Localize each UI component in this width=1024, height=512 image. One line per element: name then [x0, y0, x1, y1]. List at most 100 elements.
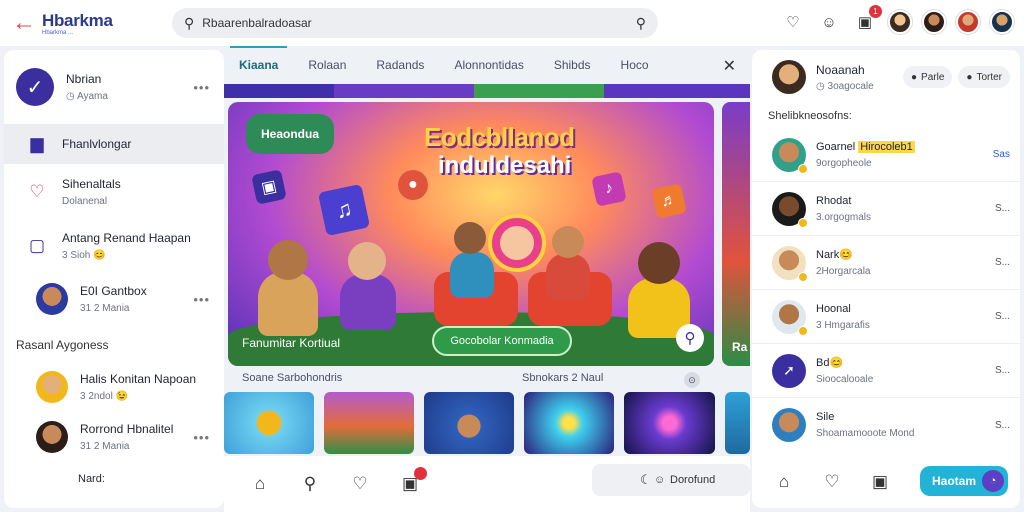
- suggestion-sub: 9orgopheole: [816, 157, 872, 169]
- search-bar[interactable]: ⚲ ⚲: [172, 8, 658, 38]
- suggestion-row[interactable]: Rhodat 3.orgogmals S...: [752, 182, 1020, 236]
- sidebar-item-3[interactable]: E0I Gantbox 31 2 Mania •••: [4, 272, 224, 326]
- thumbnail[interactable]: [724, 392, 751, 454]
- sidebar-item-0[interactable]: ▆ Fhanlvlongar: [4, 124, 224, 164]
- person-sub: 3 2ndol 😉: [80, 391, 129, 402]
- suggestion-row[interactable]: Hoonal 3 Hmgarafis S...: [752, 290, 1020, 344]
- footer-label: Nard:: [78, 473, 105, 485]
- tab-5[interactable]: Hoco: [606, 46, 664, 84]
- search-input[interactable]: [202, 16, 636, 30]
- notifications-icon[interactable]: ▣: [396, 467, 427, 498]
- tab-bar: Kiaana Rolaan Radands Alonnontidas Shibd…: [224, 46, 750, 84]
- avatar: [772, 191, 808, 228]
- suggestion-name: Sile: [816, 411, 835, 423]
- see-link[interactable]: S...: [995, 420, 1010, 431]
- see-link[interactable]: S...: [995, 257, 1010, 268]
- footer-row[interactable]: Nard:: [4, 462, 224, 496]
- heart-icon[interactable]: ♡: [780, 9, 806, 35]
- next-slide-preview[interactable]: Ra: [722, 102, 750, 366]
- sidebar-item-2[interactable]: ▢ Antang Renand Haapan 3 Sioh 😊: [4, 220, 224, 272]
- profile-header: Noaanah ◷ 3oagocale ● Parle ● Torter: [752, 50, 1020, 96]
- character-face: [500, 226, 534, 260]
- avatar[interactable]: [888, 10, 912, 34]
- row-label-right: Sbnokars 2 Naul: [522, 372, 604, 384]
- avatar[interactable]: [990, 10, 1014, 34]
- suggestion-row[interactable]: Nark😊 2Horgarcala S...: [752, 236, 1020, 290]
- close-icon[interactable]: ✕: [723, 56, 736, 76]
- profile-status: ◷ Ayama: [66, 91, 108, 102]
- brand-logo[interactable]: Hbarkma Hbarkma ...: [42, 11, 113, 36]
- hero-banner[interactable]: Heaondua Eodcbllanod induldesahi ▣ ♫ ● ♪…: [228, 102, 714, 366]
- bottom-nav: ⌂ ⚲ ♡ ▣ ☾ ☺ Dorofund: [224, 456, 750, 512]
- suggestion-row[interactable]: ➚ Bd😊 Sioocalooale S...: [752, 344, 1020, 398]
- tab-2[interactable]: Radands: [361, 46, 439, 84]
- see-link[interactable]: S...: [995, 203, 1010, 214]
- pill-button-0[interactable]: ● Parle: [902, 66, 953, 88]
- thumbnail[interactable]: [324, 392, 415, 454]
- sidebar-item-sub: Dolanenal: [62, 196, 108, 207]
- pill-button-1[interactable]: ● Torter: [958, 66, 1010, 88]
- hero-cta-button[interactable]: Gocobolar Konmadia: [432, 326, 572, 356]
- sidebar-item-label: Antang Renand Haapan: [62, 231, 191, 245]
- info-icon[interactable]: ⊙: [684, 372, 700, 388]
- person-left-head: [268, 240, 308, 280]
- notifications-icon[interactable]: ▣ 1: [852, 5, 882, 35]
- search-circle-icon[interactable]: ⚲: [676, 324, 704, 352]
- person-row[interactable]: Rorrond Hbnalitel 31 2 Mania •••: [4, 412, 224, 462]
- sidebar-item-label: E0I Gantbox: [80, 284, 147, 298]
- sidebar-item-1[interactable]: ♡ Sihenaltals Dolanenal: [4, 164, 224, 220]
- person-left: [258, 272, 318, 336]
- person-seated-left: [450, 252, 494, 298]
- sticker-icon: ●: [395, 167, 431, 203]
- see-link[interactable]: S...: [995, 311, 1010, 322]
- avatar[interactable]: [772, 60, 806, 94]
- see-link[interactable]: S...: [995, 365, 1010, 376]
- user-icon: ●: [966, 71, 973, 83]
- next-slide-label: Ra: [732, 340, 748, 354]
- music-box-icon: ♫: [317, 183, 371, 237]
- more-options-icon[interactable]: •••: [193, 430, 210, 445]
- suggestion-row[interactable]: Sile Shoamamooote Mond S...: [752, 398, 1020, 452]
- thumbnail[interactable]: [524, 392, 615, 454]
- primary-action-button[interactable]: Haotam ◔: [920, 466, 1008, 496]
- heart-icon[interactable]: ♡: [346, 470, 374, 498]
- smile-icon[interactable]: ☺: [816, 9, 842, 35]
- search-submit-icon[interactable]: ⚲: [636, 15, 646, 32]
- tab-0[interactable]: Kiaana: [224, 46, 293, 84]
- search-icon: ⚲: [184, 14, 195, 31]
- avatar[interactable]: [956, 10, 980, 34]
- profile-name: Noaanah: [816, 62, 865, 77]
- person-row[interactable]: Halis Konitan Napoan 3 2ndol 😉: [4, 362, 224, 412]
- dark-mode-toggle[interactable]: ☾ ☺ Dorofund: [592, 464, 750, 496]
- thumbnail[interactable]: [424, 392, 515, 454]
- brand-name: Hbarkma: [42, 10, 113, 30]
- tab-1[interactable]: Rolaan: [293, 46, 361, 84]
- search-icon[interactable]: ⚲: [296, 470, 324, 498]
- moon-icon: ☾: [640, 472, 652, 487]
- suggestion-row[interactable]: Goarnel Hirocoleb1 9orgopheole Sas: [752, 128, 1020, 182]
- heart-icon[interactable]: ♡: [818, 468, 846, 496]
- tab-4[interactable]: Shibds: [539, 46, 606, 84]
- avatar[interactable]: [922, 10, 946, 34]
- more-options-icon[interactable]: •••: [193, 80, 210, 95]
- home-icon[interactable]: ⌂: [246, 470, 274, 498]
- tab-3[interactable]: Alonnontidas: [439, 46, 538, 84]
- left-panel: ✓ Nbrian ◷ Ayama ••• ▆ Fhanlvlongar ♡ Si…: [4, 50, 224, 508]
- notifications-icon[interactable]: ▣: [866, 468, 894, 496]
- suggestion-sub: 2Horgarcala: [816, 266, 871, 277]
- person-girl: [340, 274, 396, 330]
- profile-card[interactable]: ✓ Nbrian ◷ Ayama •••: [4, 50, 224, 124]
- speech-bubble: Heaondua: [246, 114, 334, 154]
- right-panel: Noaanah ◷ 3oagocale ● Parle ● Torter Sheli…: [752, 50, 1020, 508]
- thumbnail[interactable]: [624, 392, 715, 454]
- play-icon: ➚: [772, 353, 806, 388]
- suggestion-name: Rhodat: [816, 194, 852, 207]
- sidebar-item-sub: 3 Sioh 😊: [62, 250, 106, 261]
- thumbnail[interactable]: [224, 392, 315, 454]
- thumbnail-row: [224, 392, 751, 454]
- home-icon[interactable]: ⌂: [770, 468, 798, 496]
- see-link[interactable]: Sas: [993, 149, 1010, 160]
- toggle-label: Dorofund: [670, 474, 716, 486]
- more-options-icon[interactable]: •••: [193, 292, 210, 307]
- back-arrow-icon[interactable]: ←: [10, 9, 38, 37]
